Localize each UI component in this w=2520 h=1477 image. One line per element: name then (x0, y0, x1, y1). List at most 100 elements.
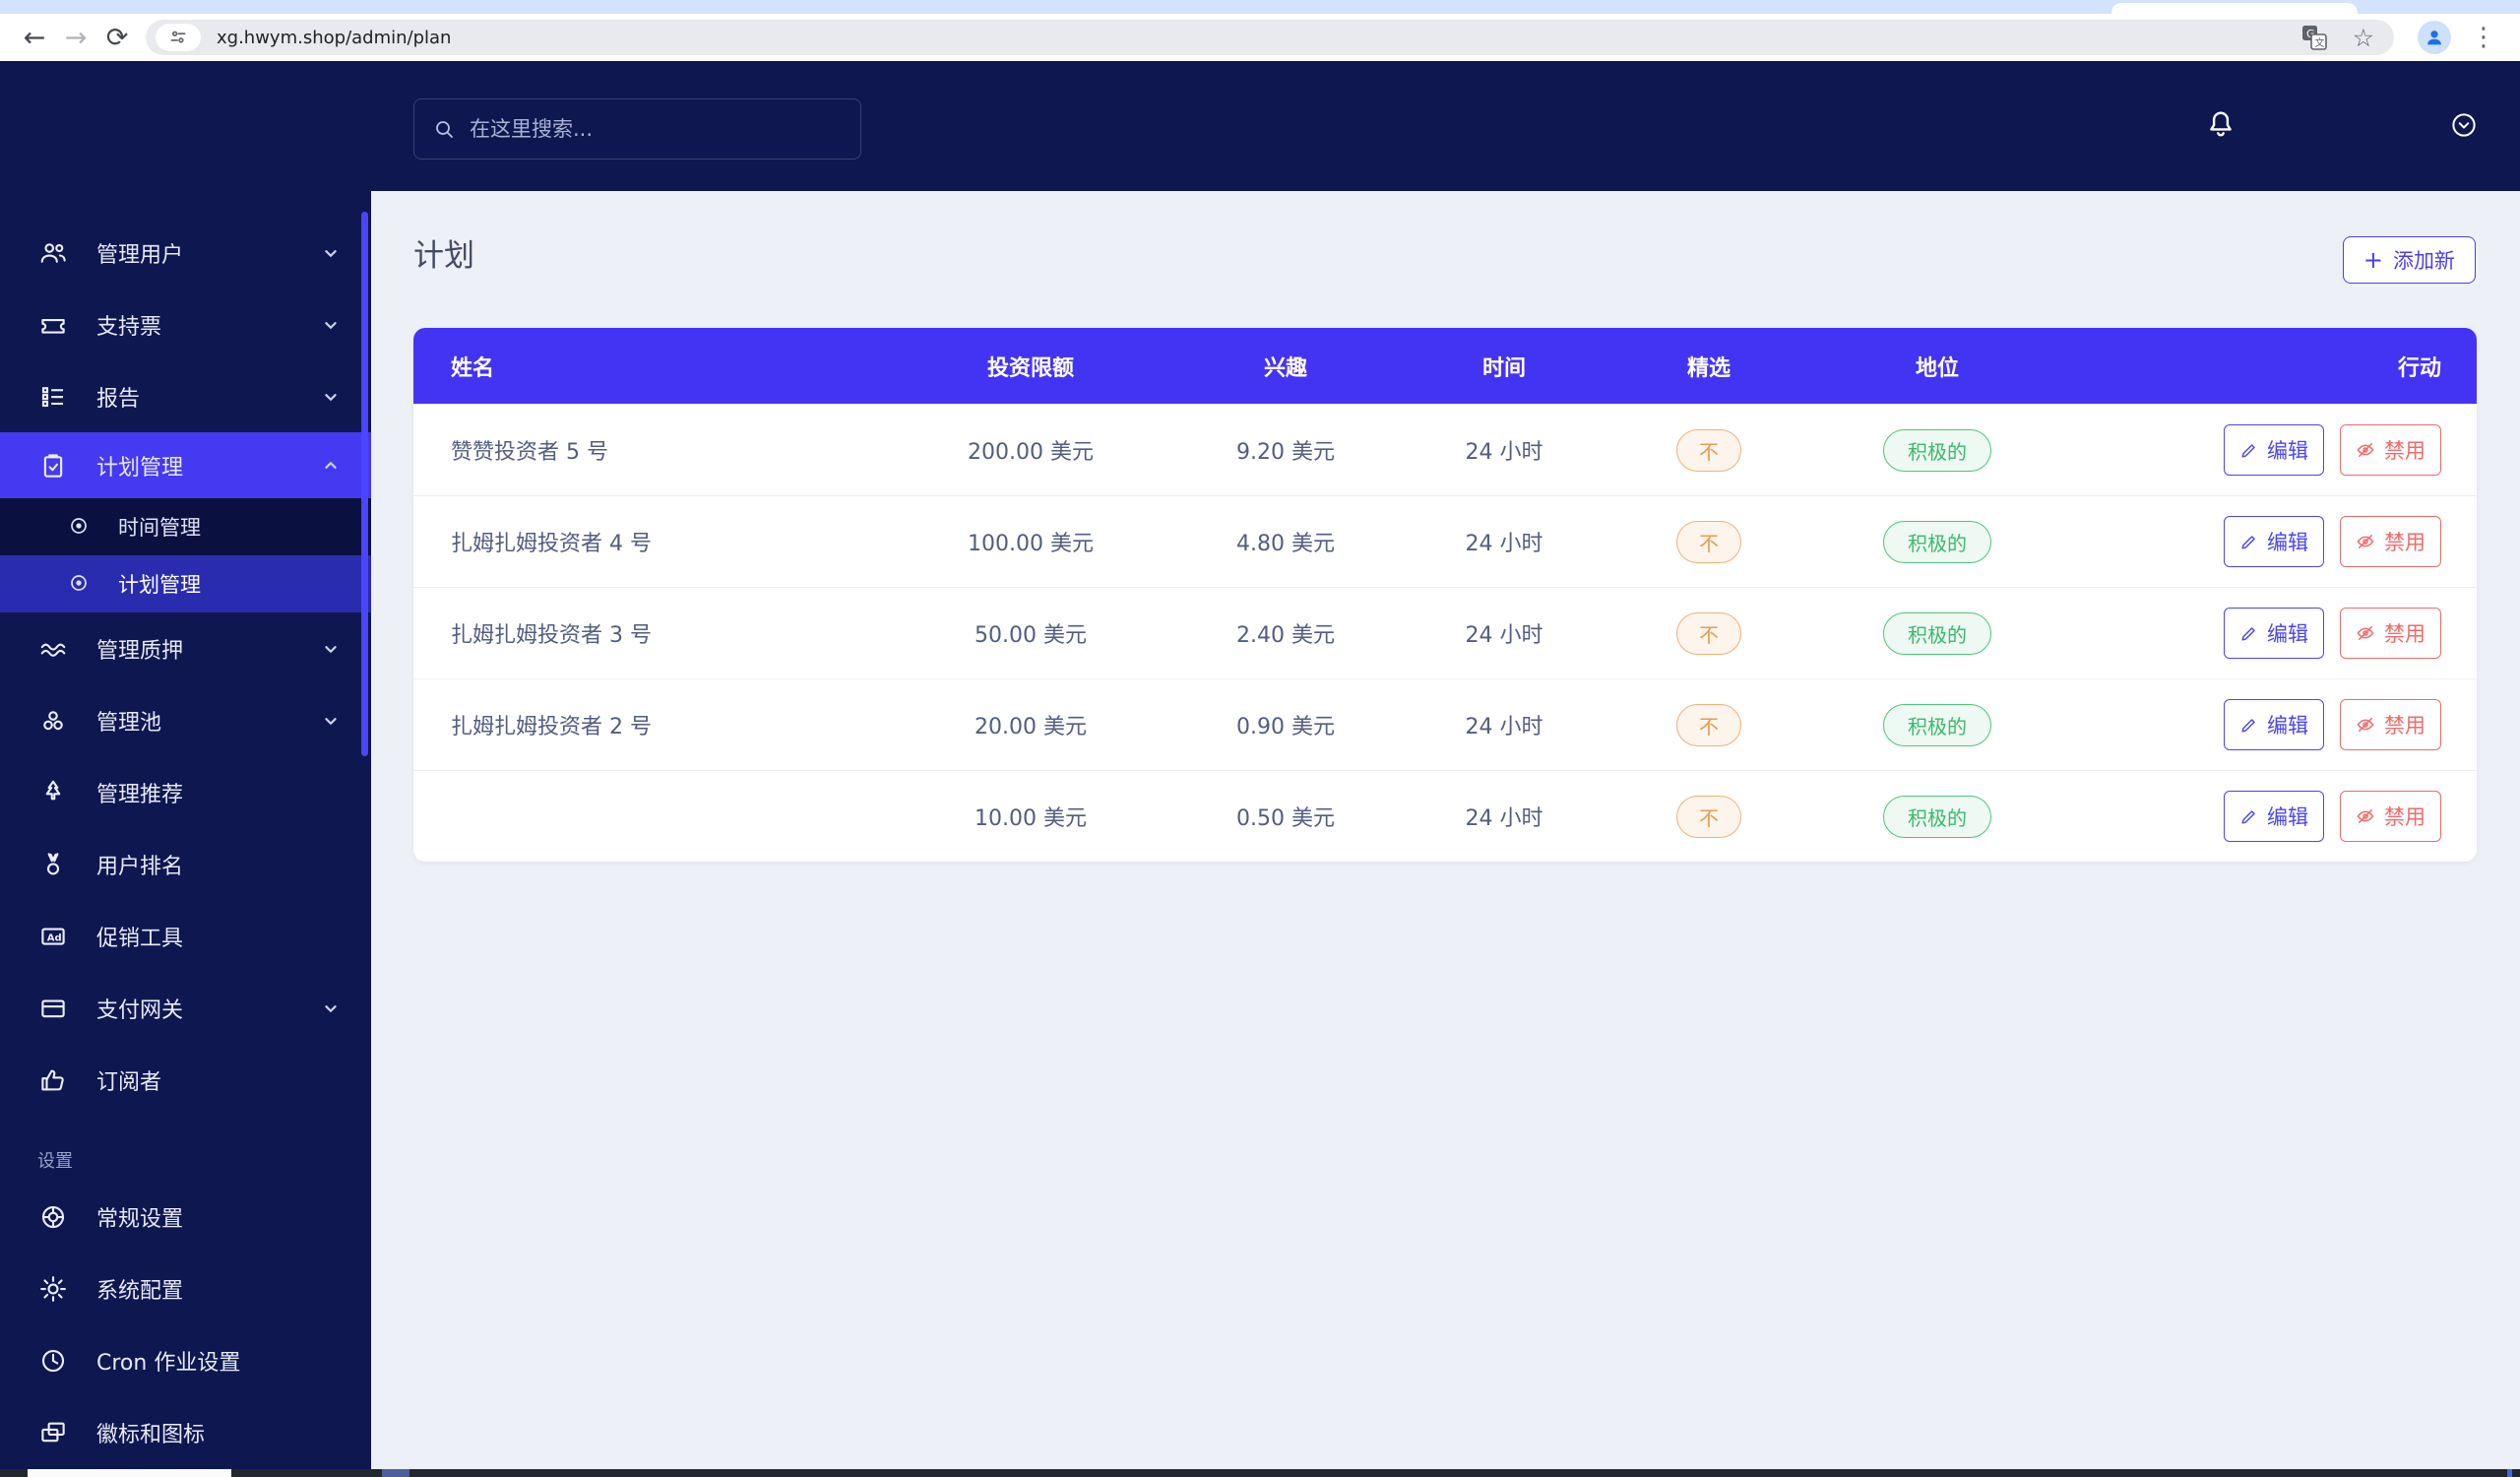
chevron-down-icon (320, 314, 342, 336)
sidebar-item-manage-users[interactable]: 管理用户 (0, 217, 371, 289)
sidebar-item-payment-gateway[interactable]: 支付网关 (0, 972, 371, 1044)
disable-button[interactable]: 禁用 (2340, 791, 2441, 842)
sidebar-item-manage-pool[interactable]: 管理池 (0, 684, 371, 756)
url-bar[interactable]: xg.hwym.shop/admin/plan G 文 ☆ (146, 20, 2394, 55)
column-header-interest: 兴趣 (1263, 355, 1307, 381)
active-tab[interactable] (2111, 3, 2358, 14)
search-icon (436, 121, 453, 138)
medal-icon (37, 849, 69, 880)
svg-text:文: 文 (2314, 36, 2324, 49)
taskbar-segment (28, 1469, 231, 1477)
sidebar-item-system-config[interactable]: 系统配置 (0, 1252, 371, 1324)
sidebar-item-label: 管理质押 (96, 638, 184, 664)
add-new-button[interactable]: + 添加新 (2342, 236, 2476, 284)
taskbar-segment (382, 1469, 410, 1477)
sidebar-section-settings: 设置 (37, 1151, 73, 1172)
edit-button[interactable]: 编辑 (2224, 608, 2324, 659)
table-row: 10.00 美元 0.50 美元 24 小时 不 积极的 编辑 禁用 (413, 770, 2477, 862)
sidebar-item-label: 促销工具 (96, 926, 184, 951)
sidebar-item-manage-staking[interactable]: 管理质押 (0, 612, 371, 684)
sidebar-item-label: 管理用户 (96, 242, 184, 268)
pencil-icon (2241, 535, 2255, 549)
sidebar-scrollbar[interactable] (361, 212, 368, 756)
chevron-down-icon (320, 638, 342, 660)
pencil-icon (2241, 809, 2255, 824)
table-row: 扎姆扎姆投资者 2 号 20.00 美元 0.90 美元 24 小时 不 积极的… (413, 678, 2477, 770)
credit-card-icon (37, 993, 69, 1024)
lifebuoy-icon (37, 1201, 69, 1233)
table-row: 扎姆扎姆投资者 4 号 100.00 美元 4.80 美元 24 小时 不 积极… (413, 495, 2477, 587)
back-icon[interactable]: ← (14, 17, 55, 58)
sidebar-subitem-label: 计划管理 (118, 573, 201, 597)
content-area: 计划 + 添加新 姓名 投资限额 兴趣 时间 精选 地位 行动 赞赞投资者 5 … (371, 191, 2520, 1477)
profile-avatar[interactable] (2418, 21, 2451, 54)
clock-icon (37, 1345, 69, 1377)
plan-time: 24 小时 (1465, 806, 1544, 831)
browser-menu-icon[interactable]: ⋮ (2461, 23, 2506, 52)
chevron-down-icon (320, 997, 342, 1019)
search-input[interactable] (470, 117, 824, 141)
sidebar-subitem-label: 时间管理 (118, 516, 201, 540)
sidebar-item-logo-icons[interactable]: 徽标和图标 (0, 1396, 371, 1468)
page-title: 计划 (413, 238, 474, 274)
sidebar-item-label: 管理池 (96, 710, 162, 736)
url-text[interactable]: xg.hwym.shop/admin/plan (217, 28, 2301, 48)
plan-limit: 10.00 美元 (975, 806, 1087, 831)
forward-icon[interactable]: → (55, 17, 96, 58)
plan-time: 24 小时 (1465, 715, 1544, 739)
sidebar-subitem-plan-management[interactable]: 计划管理 (0, 555, 371, 612)
status-badge: 积极的 (1883, 428, 1991, 472)
sidebar-item-label: 支持票 (96, 314, 162, 340)
plan-name: 扎姆扎姆投资者 2 号 (451, 715, 652, 739)
disable-button[interactable]: 禁用 (2340, 424, 2441, 476)
sidebar-subitem-time-management[interactable]: 时间管理 (0, 498, 371, 555)
top-header (371, 61, 2520, 191)
sidebar-item-manage-referral[interactable]: 管理推荐 (0, 756, 371, 828)
sidebar-item-support-tickets[interactable]: 支持票 (0, 289, 371, 360)
sidebar-item-plan-management[interactable]: 计划管理 (0, 432, 371, 498)
sidebar-item-general-settings[interactable]: 常规设置 (0, 1181, 371, 1252)
sidebar-item-label: 徽标和图标 (96, 1422, 206, 1447)
featured-badge: 不 (1676, 703, 1741, 746)
sidebar-item-cron-settings[interactable]: Cron 作业设置 (0, 1324, 371, 1396)
plan-time: 24 小时 (1465, 623, 1544, 648)
table-header-row: 姓名 投资限额 兴趣 时间 精选 地位 行动 (413, 328, 2477, 404)
featured-badge: 不 (1676, 795, 1741, 838)
plan-name: 赞赞投资者 5 号 (451, 440, 608, 465)
sidebar-item-reports[interactable]: 报告 (0, 360, 371, 432)
translate-icon[interactable]: G 文 (2301, 25, 2327, 50)
plan-time: 24 小时 (1465, 532, 1544, 556)
edit-button[interactable]: 编辑 (2224, 791, 2324, 842)
disable-button[interactable]: 禁用 (2340, 516, 2441, 567)
column-header-name: 姓名 (451, 355, 495, 381)
reload-icon[interactable]: ⟳ (96, 17, 138, 58)
browser-chrome: ← → ⟳ xg.hwym.shop/admin/plan G 文 ☆ ⋮ (0, 0, 2520, 61)
edit-button[interactable]: 编辑 (2224, 699, 2324, 750)
bookmark-star-icon[interactable]: ☆ (2353, 24, 2374, 52)
search-box[interactable] (413, 98, 861, 160)
disable-button[interactable]: 禁用 (2340, 608, 2441, 659)
browser-tabstrip (0, 0, 2520, 14)
sidebar-item-promo-tools[interactable]: Ad 促销工具 (0, 900, 371, 972)
dot-circle-icon (67, 514, 93, 540)
column-header-status: 地位 (1915, 355, 1959, 381)
sidebar-item-user-ranking[interactable]: 用户排名 (0, 828, 371, 900)
thumbs-up-icon (37, 1064, 69, 1096)
profile-chevron-icon[interactable] (2449, 110, 2479, 140)
edit-button[interactable]: 编辑 (2224, 516, 2324, 567)
edit-button[interactable]: 编辑 (2224, 424, 2324, 476)
sidebar-item-subscribers[interactable]: 订阅者 (0, 1044, 371, 1116)
disable-button[interactable]: 禁用 (2340, 699, 2441, 750)
plan-limit: 200.00 美元 (968, 440, 1094, 465)
site-info-icon[interactable] (156, 24, 201, 51)
sidebar-item-label: 计划管理 (96, 455, 184, 481)
status-badge: 积极的 (1883, 703, 1991, 746)
status-badge: 积极的 (1883, 611, 1991, 655)
ad-icon: Ad (37, 921, 69, 952)
plan-interest: 0.90 美元 (1236, 715, 1335, 739)
sidebar-item-label: 系统配置 (96, 1278, 184, 1304)
browser-toolbar: ← → ⟳ xg.hwym.shop/admin/plan G 文 ☆ ⋮ (0, 14, 2520, 61)
featured-badge: 不 (1676, 520, 1741, 563)
eye-off-icon (2357, 718, 2374, 732)
notifications-bell-icon[interactable] (2203, 106, 2238, 142)
